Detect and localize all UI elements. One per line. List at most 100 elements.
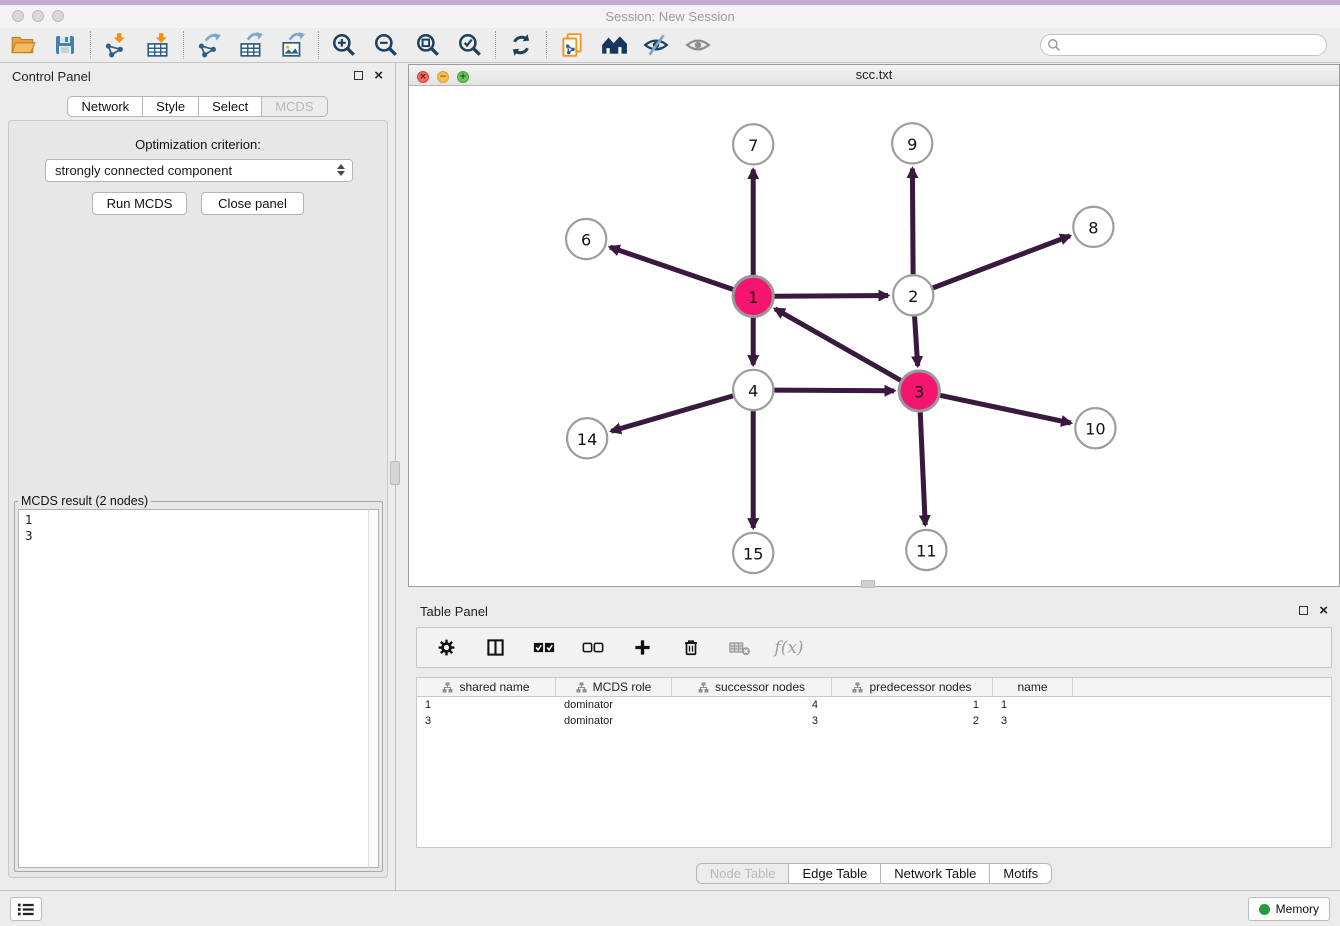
network-close-button[interactable]: × — [417, 71, 429, 83]
refresh-button[interactable] — [506, 30, 536, 60]
table-panel-title: Table Panel — [420, 604, 488, 619]
network-window-title: scc.txt — [856, 67, 893, 82]
hide-graphics-details-button[interactable] — [641, 30, 671, 60]
select-all-button[interactable] — [529, 633, 559, 663]
tab-select[interactable]: Select — [198, 96, 262, 117]
zoom-in-button[interactable] — [329, 30, 359, 60]
horizontal-splitter[interactable] — [408, 587, 1340, 598]
graph-edge-1-6[interactable] — [610, 247, 733, 289]
table-cell[interactable]: 1 — [832, 697, 993, 713]
zoom-out-button[interactable] — [371, 30, 401, 60]
mcds-result-text[interactable]: 1 3 — [18, 509, 368, 868]
column-layout-icon — [486, 638, 505, 657]
graph-edge-4-3[interactable] — [774, 390, 894, 391]
open-session-button[interactable] — [8, 30, 38, 60]
table-cell[interactable]: 1 — [417, 697, 556, 713]
tab-node-table[interactable]: Node Table — [696, 863, 790, 884]
table-cell[interactable]: 3 — [417, 713, 556, 729]
table-cell[interactable]: dominator — [556, 713, 672, 729]
deselect-all-button[interactable] — [578, 633, 608, 663]
delete-table-button[interactable] — [725, 633, 755, 663]
table-cell[interactable]: 3 — [993, 713, 1073, 729]
canvas-resize-grip[interactable] — [861, 580, 875, 588]
graph-edge-4-14[interactable] — [611, 396, 733, 431]
window-zoom-button[interactable] — [52, 10, 64, 22]
table-cell[interactable]: 4 — [672, 697, 832, 713]
main-toolbar — [0, 28, 1340, 63]
graph-edge-2-9[interactable] — [912, 168, 913, 274]
close-panel-button[interactable]: Close panel — [201, 192, 304, 215]
network-minimize-button[interactable]: − — [437, 71, 449, 83]
graph-edge-2-3[interactable] — [915, 316, 918, 365]
add-button[interactable] — [627, 633, 657, 663]
function-builder-button[interactable]: f(x) — [774, 633, 804, 663]
criterion-select[interactable]: strongly connected component — [45, 159, 353, 182]
graph-edge-2-8[interactable] — [933, 236, 1070, 288]
table-settings-button[interactable] — [431, 633, 461, 663]
duplicate-network-view-button[interactable] — [557, 30, 587, 60]
table-panel-close-icon[interactable]: × — [1319, 602, 1328, 619]
tab-edge-table[interactable]: Edge Table — [788, 863, 881, 884]
result-scrollbar[interactable] — [368, 509, 379, 868]
column-layout-button[interactable] — [480, 633, 510, 663]
splitter-grip[interactable] — [390, 461, 400, 485]
search-input[interactable] — [1065, 38, 1320, 53]
network-home-button[interactable] — [599, 30, 629, 60]
window-minimize-button[interactable] — [32, 10, 44, 22]
control-panel-float-icon[interactable] — [354, 71, 363, 80]
graph-node-label: 3 — [914, 382, 924, 401]
graph-node-label: 7 — [748, 136, 758, 155]
column-header-name[interactable]: name — [993, 678, 1073, 696]
save-session-button[interactable] — [50, 30, 80, 60]
network-canvas[interactable]: 7968124314101511 — [409, 86, 1339, 586]
task-history-button[interactable] — [10, 897, 42, 921]
traffic-lights — [12, 10, 64, 22]
network-maximize-button[interactable]: + — [457, 71, 469, 83]
import-network-button[interactable] — [101, 30, 131, 60]
toolbar-separator — [546, 31, 547, 59]
graph-edge-3-11[interactable] — [920, 412, 925, 525]
graph-node-label: 2 — [908, 287, 918, 306]
table-cell[interactable]: 1 — [993, 697, 1073, 713]
column-header-shared-name[interactable]: shared name — [417, 678, 556, 696]
table-panel-float-icon[interactable] — [1299, 606, 1308, 615]
control-panel-close-icon[interactable]: × — [374, 67, 383, 84]
vertical-splitter[interactable] — [395, 63, 408, 890]
graph-edge-3-1[interactable] — [775, 309, 901, 381]
mcds-panel: Optimization criterion: strongly connect… — [8, 120, 388, 878]
table-row[interactable]: 3dominator323 — [417, 713, 1331, 729]
network-canvas-area[interactable]: 7968124314101511 — [409, 86, 1339, 586]
import-table-button[interactable] — [143, 30, 173, 60]
tab-motifs[interactable]: Motifs — [989, 863, 1052, 884]
export-table-button[interactable] — [236, 30, 266, 60]
tab-mcds[interactable]: MCDS — [261, 96, 327, 117]
column-header-successor-nodes[interactable]: successor nodes — [672, 678, 832, 696]
show-graphics-details-button[interactable] — [683, 30, 713, 60]
tab-network-table[interactable]: Network Table — [880, 863, 990, 884]
main-area: Control Panel × NetworkStyleSelectMCDS O… — [0, 63, 1340, 890]
graph-node-label: 6 — [581, 230, 591, 249]
export-network-button[interactable] — [194, 30, 224, 60]
zoom-fit-button[interactable] — [413, 30, 443, 60]
table-cell[interactable]: 3 — [672, 713, 832, 729]
column-label: shared name — [459, 680, 529, 694]
tab-style[interactable]: Style — [142, 96, 199, 117]
graph-edge-1-2[interactable] — [774, 295, 888, 296]
column-header-predecessor-nodes[interactable]: predecessor nodes — [832, 678, 993, 696]
table-cell[interactable]: 2 — [832, 713, 993, 729]
toolbar-separator — [90, 31, 91, 59]
memory-button[interactable]: Memory — [1248, 897, 1330, 921]
graph-edge-3-10[interactable] — [940, 395, 1071, 423]
window-close-button[interactable] — [12, 10, 24, 22]
table-cell[interactable]: dominator — [556, 697, 672, 713]
save-floppy-icon — [53, 33, 77, 57]
table-row[interactable]: 1dominator411 — [417, 697, 1331, 713]
export-image-button[interactable] — [278, 30, 308, 60]
search-box[interactable] — [1040, 34, 1327, 56]
tab-network[interactable]: Network — [67, 96, 143, 117]
column-header-mcds-role[interactable]: MCDS role — [556, 678, 672, 696]
run-mcds-button[interactable]: Run MCDS — [92, 192, 187, 215]
zoom-selected-button[interactable] — [455, 30, 485, 60]
delete-button[interactable] — [676, 633, 706, 663]
mcds-result-group: MCDS result (2 nodes) 1 3 — [14, 494, 383, 872]
